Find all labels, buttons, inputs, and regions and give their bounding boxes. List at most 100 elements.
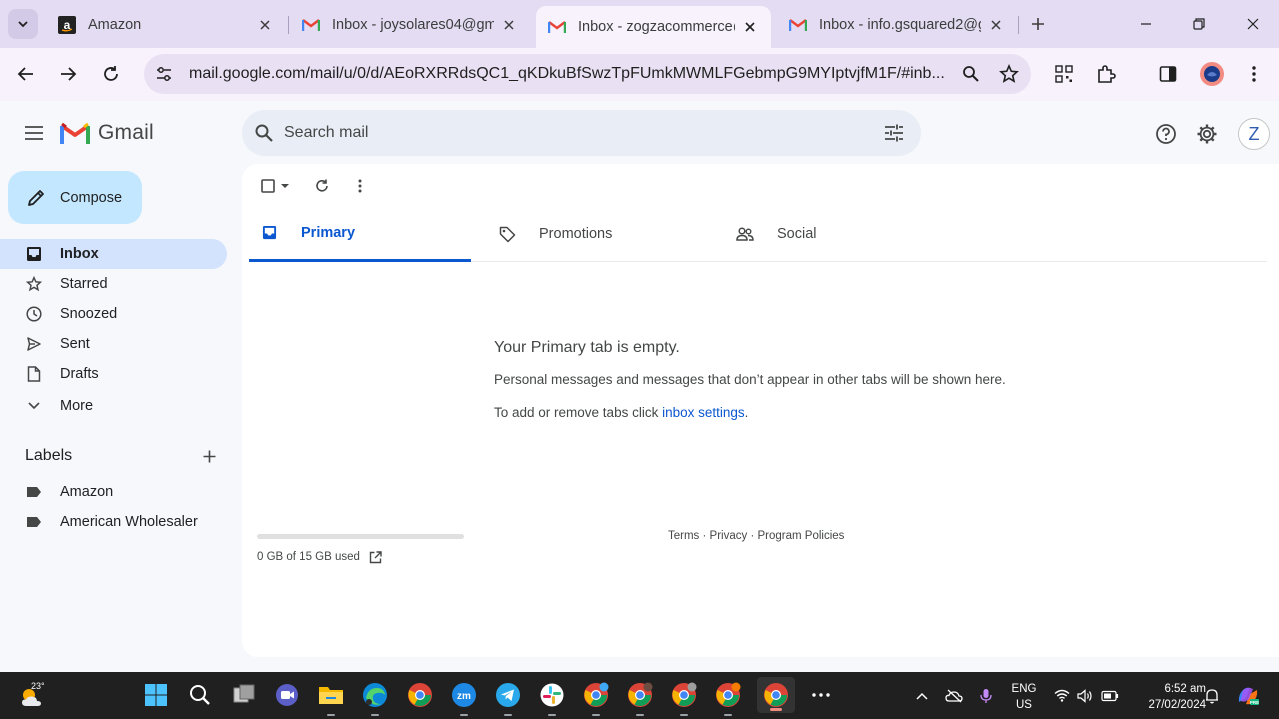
zoom-app[interactable]: zm xyxy=(449,680,479,716)
compose-button[interactable]: Compose xyxy=(8,171,142,224)
close-icon[interactable] xyxy=(741,18,759,36)
language-code: ENG xyxy=(1011,683,1037,695)
close-window-button[interactable] xyxy=(1239,10,1267,38)
star-outline-icon xyxy=(999,64,1019,83)
chrome-profile-app-1[interactable] xyxy=(581,680,611,716)
browser-tab-amazon[interactable]: a Amazon xyxy=(46,8,286,42)
tab-search-button[interactable] xyxy=(8,9,38,39)
show-more-apps-button[interactable] xyxy=(806,680,836,710)
taskbar-search-button[interactable] xyxy=(185,680,215,710)
tab-primary[interactable]: Primary xyxy=(249,206,471,262)
profile-button[interactable] xyxy=(1196,58,1228,90)
task-view-icon xyxy=(233,684,255,703)
copilot-button[interactable]: PRE xyxy=(1234,672,1262,719)
clock-icon xyxy=(24,304,44,324)
restore-button[interactable] xyxy=(1185,10,1213,38)
new-tab-button[interactable] xyxy=(1024,10,1052,38)
storage-usage: 0 GB of 15 GB used xyxy=(257,549,384,565)
search-options-button[interactable] xyxy=(881,120,907,146)
main-menu-button[interactable] xyxy=(18,117,50,149)
microphone-tray-icon[interactable] xyxy=(976,672,996,719)
address-bar[interactable]: mail.google.com/mail/u/0/d/AEoRXRRdsQC1_… xyxy=(144,54,1031,94)
system-clock[interactable]: 6:52 am 27/02/2024 xyxy=(1126,681,1206,713)
label-item-amazon[interactable]: Amazon xyxy=(0,477,227,507)
nav-item-more[interactable]: More xyxy=(0,391,227,421)
support-button[interactable] xyxy=(1149,117,1183,151)
settings-button[interactable] xyxy=(1190,117,1224,151)
browser-tab-gmail-3[interactable]: Inbox - info.gsquared2@g xyxy=(777,8,1017,42)
search-input[interactable] xyxy=(284,124,844,142)
hint-prefix: To add or remove tabs click xyxy=(494,405,663,420)
privacy-link[interactable]: Privacy xyxy=(710,530,748,542)
teams-chat-app[interactable] xyxy=(272,680,302,710)
profile-avatar-icon xyxy=(1200,62,1224,86)
tray-overflow-button[interactable] xyxy=(912,672,932,719)
gmail-favicon xyxy=(302,16,320,34)
refresh-button[interactable] xyxy=(312,176,332,196)
minimize-button[interactable] xyxy=(1132,10,1160,38)
forward-button[interactable] xyxy=(52,58,84,90)
browser-tab-gmail-1[interactable]: Inbox - joysolares04@gm xyxy=(290,8,530,42)
side-panel-button[interactable] xyxy=(1152,58,1184,90)
search-bar[interactable] xyxy=(242,110,921,156)
bookmark-button[interactable] xyxy=(996,61,1022,87)
nav-item-starred[interactable]: Starred xyxy=(0,269,227,299)
nav-item-inbox[interactable]: Inbox xyxy=(0,239,227,269)
program-policies-link[interactable]: Program Policies xyxy=(757,530,844,542)
nav-item-snoozed[interactable]: Snoozed xyxy=(0,299,227,329)
select-checkbox[interactable] xyxy=(258,176,292,196)
terms-link[interactable]: Terms xyxy=(668,530,699,542)
empty-state-title: Your Primary tab is empty. xyxy=(494,339,680,356)
create-label-button[interactable] xyxy=(197,444,221,468)
nav-label: More xyxy=(60,398,94,414)
extensions-button[interactable] xyxy=(1090,58,1122,90)
nav-item-sent[interactable]: Sent xyxy=(0,329,227,359)
qr-code-button[interactable] xyxy=(1048,58,1080,90)
star-icon xyxy=(24,274,44,294)
close-icon[interactable] xyxy=(256,16,274,34)
start-button[interactable] xyxy=(141,680,171,710)
slack-app[interactable] xyxy=(537,680,567,716)
running-indicator xyxy=(371,714,379,716)
chrome-app[interactable] xyxy=(405,680,435,710)
reload-button[interactable] xyxy=(95,58,127,90)
tab-promotions[interactable]: Promotions xyxy=(487,206,709,262)
label-item-american-wholesaler[interactable]: American Wholesaler xyxy=(0,507,227,537)
file-explorer-app[interactable] xyxy=(316,680,346,716)
battery-tray-icon[interactable] xyxy=(1099,672,1121,719)
inbox-settings-link[interactable]: inbox settings xyxy=(662,405,745,420)
close-icon[interactable] xyxy=(987,16,1005,34)
browser-tab-gmail-active[interactable]: Inbox - zogzacommerce@ xyxy=(536,6,771,48)
open-external-icon[interactable] xyxy=(368,549,384,565)
task-view-button[interactable] xyxy=(229,680,259,710)
more-actions-button[interactable] xyxy=(352,176,368,196)
caret-down-icon[interactable] xyxy=(280,183,290,189)
browser-menu-button[interactable] xyxy=(1238,58,1270,90)
chrome-active-app[interactable] xyxy=(757,677,795,713)
onedrive-tray-icon[interactable] xyxy=(943,672,965,719)
chrome-browser-icon xyxy=(584,682,609,707)
chevron-down-icon xyxy=(24,396,44,416)
nav-item-drafts[interactable]: Drafts xyxy=(0,359,227,389)
edge-app[interactable] xyxy=(360,680,390,716)
close-icon[interactable] xyxy=(500,16,518,34)
back-button[interactable] xyxy=(10,58,42,90)
tab-social[interactable]: Social xyxy=(725,206,947,262)
chrome-profile-app-4[interactable] xyxy=(713,680,743,716)
chrome-profile-app-2[interactable] xyxy=(625,680,655,716)
folder-icon xyxy=(319,687,343,704)
notifications-button[interactable] xyxy=(1201,672,1223,719)
language-indicator[interactable]: ENG US xyxy=(1004,681,1044,713)
search-icon xyxy=(190,685,210,705)
wifi-tray-icon[interactable] xyxy=(1052,672,1072,719)
empty-state-hint: To add or remove tabs click inbox settin… xyxy=(494,405,748,420)
gmail-logo[interactable]: Gmail xyxy=(60,117,154,149)
search-icon[interactable] xyxy=(244,113,284,153)
telegram-app[interactable] xyxy=(493,680,523,716)
chrome-profile-app-3[interactable] xyxy=(669,680,699,716)
zoom-button[interactable] xyxy=(958,61,984,87)
volume-tray-icon[interactable] xyxy=(1075,672,1095,719)
weather-widget[interactable]: 23° xyxy=(18,678,48,712)
account-avatar[interactable]: Z xyxy=(1238,118,1270,150)
site-info-button[interactable] xyxy=(147,57,181,91)
